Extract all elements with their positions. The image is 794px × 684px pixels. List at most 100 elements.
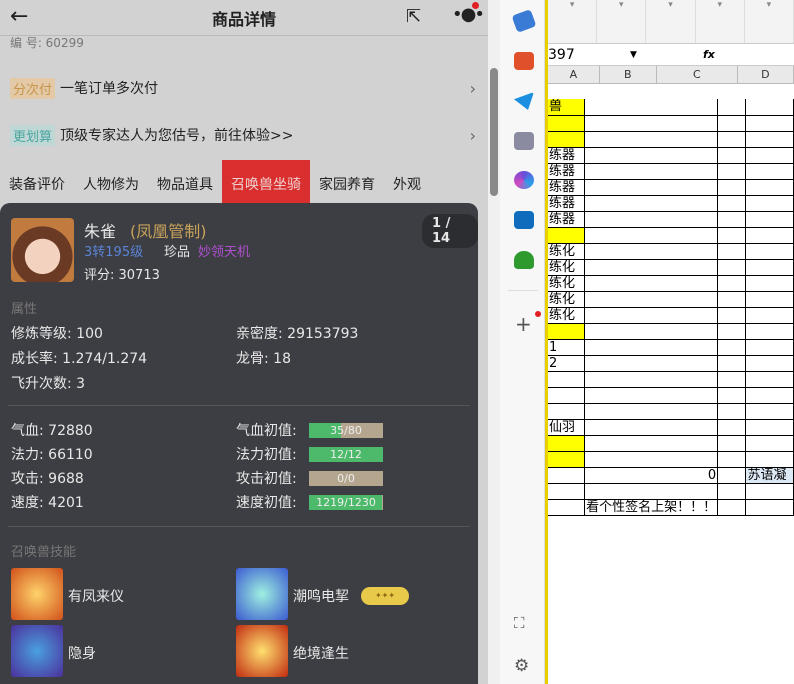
cell[interactable] [745, 339, 794, 356]
appraisal-row[interactable]: 更划算 顶级专家达人为您估号，前往体验>> › [0, 113, 488, 157]
toolbox-icon[interactable] [514, 52, 534, 70]
cell[interactable] [584, 355, 719, 372]
cell[interactable] [584, 195, 719, 212]
cell[interactable] [548, 435, 586, 452]
cell[interactable] [584, 147, 719, 164]
cell[interactable] [717, 227, 747, 244]
cell[interactable]: 0 [584, 467, 719, 484]
cell[interactable] [548, 323, 586, 340]
cell[interactable] [548, 451, 586, 468]
cell[interactable] [745, 147, 794, 164]
cell[interactable] [548, 227, 586, 244]
cell[interactable] [584, 483, 719, 500]
cell[interactable] [717, 323, 747, 340]
cell[interactable] [745, 323, 794, 340]
cell[interactable] [745, 483, 794, 500]
cell[interactable]: 练化 [548, 291, 586, 308]
cell[interactable]: 练器 [548, 195, 586, 212]
cell[interactable] [745, 371, 794, 388]
cell[interactable] [745, 179, 794, 196]
copilot-icon[interactable] [514, 171, 534, 189]
cell[interactable] [717, 307, 747, 324]
cell[interactable] [584, 371, 719, 388]
skill-icon-phoenix[interactable] [11, 568, 63, 620]
cell[interactable] [584, 211, 719, 228]
cell[interactable] [584, 323, 719, 340]
cell[interactable] [745, 307, 794, 324]
cell[interactable] [548, 131, 586, 148]
cell[interactable] [745, 115, 794, 132]
cell[interactable] [584, 339, 719, 356]
cell[interactable] [717, 291, 747, 308]
cell[interactable] [717, 179, 747, 196]
cell[interactable] [717, 147, 747, 164]
installment-row[interactable]: 分次付 一笔订单多次付 › [0, 66, 488, 110]
fx-button[interactable]: fx [703, 48, 715, 61]
col-header[interactable]: A [548, 66, 600, 83]
tag-icon[interactable] [511, 9, 537, 33]
cell[interactable] [745, 195, 794, 212]
pet-pager[interactable]: 1 / 14 [422, 214, 478, 248]
cell[interactable]: 练化 [548, 259, 586, 276]
cell[interactable] [584, 403, 719, 420]
cell[interactable]: 看个性签名上架！！！ [584, 499, 719, 516]
col-header[interactable]: B [600, 66, 657, 83]
cell[interactable] [717, 499, 747, 516]
cell[interactable]: 兽 [548, 99, 586, 116]
cell[interactable]: 练化 [548, 243, 586, 260]
cell[interactable]: 练器 [548, 211, 586, 228]
cell[interactable] [717, 163, 747, 180]
tree-icon[interactable] [514, 251, 534, 269]
cell[interactable] [717, 259, 747, 276]
cell[interactable] [745, 435, 794, 452]
cell[interactable] [745, 387, 794, 404]
share-icon[interactable]: ⇱ [406, 6, 421, 27]
cell[interactable] [717, 467, 747, 484]
cell[interactable] [745, 275, 794, 292]
scrollbar-thumb[interactable] [490, 68, 498, 196]
spreadsheet-grid[interactable]: 兽练器 练器 练器 练器 练器 练化 练化 练化 练化 练化 1 2 仙羽 0 苏语凝 看个性签名上架！！！ [548, 99, 794, 516]
cell[interactable] [745, 355, 794, 372]
cell[interactable] [717, 435, 747, 452]
cell[interactable] [745, 163, 794, 180]
cell[interactable] [717, 483, 747, 500]
screenshot-icon[interactable]: ⛶ [514, 614, 525, 632]
cell[interactable]: 苏语凝 [745, 467, 794, 484]
cell[interactable] [717, 131, 747, 148]
page-scrollbar[interactable] [488, 0, 500, 684]
cell[interactable] [717, 99, 747, 116]
cell[interactable] [584, 435, 719, 452]
cell[interactable] [717, 275, 747, 292]
cell[interactable] [717, 195, 747, 212]
cell[interactable]: 练化 [548, 275, 586, 292]
cell[interactable] [717, 387, 747, 404]
skill-icon-rebirth[interactable] [236, 625, 288, 677]
cell[interactable] [745, 227, 794, 244]
settings-gear-icon[interactable]: ⚙ [514, 656, 529, 676]
cell[interactable] [717, 451, 747, 468]
cell[interactable]: 2 [548, 355, 586, 372]
cell[interactable] [584, 227, 719, 244]
cell[interactable] [548, 387, 586, 404]
dropdown-icon[interactable]: ▼ [630, 50, 637, 60]
cell[interactable] [584, 419, 719, 436]
cell[interactable] [584, 291, 719, 308]
skill-icon-stealth[interactable] [11, 625, 63, 677]
tab-home[interactable]: 家园养育 [310, 160, 384, 203]
cell[interactable] [745, 259, 794, 276]
cell[interactable]: 练器 [548, 163, 586, 180]
col-header[interactable]: C [657, 66, 738, 83]
tab-character[interactable]: 人物修为 [74, 160, 148, 203]
cell[interactable] [717, 115, 747, 132]
cell[interactable] [745, 403, 794, 420]
name-box[interactable]: 397 [548, 47, 575, 63]
cell[interactable] [717, 243, 747, 260]
send-icon[interactable] [514, 92, 534, 110]
cell[interactable] [717, 371, 747, 388]
cell[interactable] [548, 403, 586, 420]
cell[interactable] [584, 115, 719, 132]
cell[interactable] [584, 99, 719, 116]
cell[interactable] [745, 451, 794, 468]
cell[interactable] [584, 451, 719, 468]
cell[interactable] [745, 291, 794, 308]
